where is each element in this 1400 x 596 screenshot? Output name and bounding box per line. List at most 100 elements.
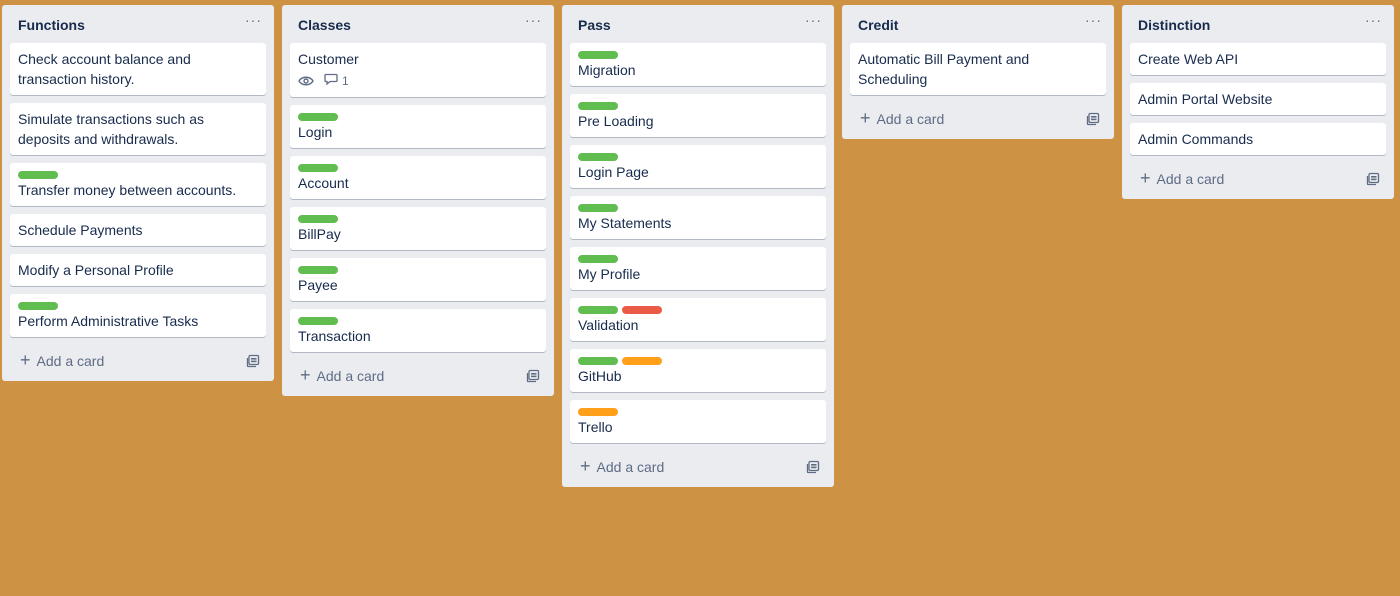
label-green[interactable] bbox=[578, 153, 618, 161]
label-green[interactable] bbox=[578, 51, 618, 59]
add-card-button[interactable]: + Add a card bbox=[300, 365, 384, 385]
card[interactable]: Admin Portal Website bbox=[1130, 83, 1386, 115]
label-green[interactable] bbox=[578, 357, 618, 365]
card-template-icon[interactable] bbox=[246, 354, 260, 368]
card[interactable]: Create Web API bbox=[1130, 43, 1386, 75]
card-labels bbox=[298, 317, 538, 325]
list-footer: + Add a card bbox=[1130, 159, 1386, 199]
card[interactable]: Modify a Personal Profile bbox=[10, 254, 266, 286]
eye-icon bbox=[298, 75, 314, 87]
card-template-icon[interactable] bbox=[1086, 112, 1100, 126]
card-title: GitHub bbox=[578, 368, 622, 384]
card-title: Admin Commands bbox=[1138, 131, 1254, 147]
card[interactable]: Perform Administrative Tasks bbox=[10, 294, 266, 337]
list-footer: + Add a card bbox=[570, 447, 826, 487]
list-menu-icon[interactable]: ··· bbox=[245, 13, 262, 27]
card-title: Transfer money between accounts. bbox=[18, 182, 237, 198]
plus-icon: + bbox=[300, 365, 311, 385]
label-green[interactable] bbox=[298, 266, 338, 274]
card[interactable]: Transaction bbox=[290, 309, 546, 352]
card[interactable]: Payee bbox=[290, 258, 546, 301]
card-title: Pre Loading bbox=[578, 113, 654, 129]
card[interactable]: My Statements bbox=[570, 196, 826, 239]
list-title[interactable]: Credit bbox=[858, 17, 898, 33]
card-title: Trello bbox=[578, 419, 613, 435]
plus-icon: + bbox=[860, 108, 871, 128]
label-orange[interactable] bbox=[622, 357, 662, 365]
card-title: Schedule Payments bbox=[18, 222, 143, 238]
label-green[interactable] bbox=[578, 204, 618, 212]
card-title: Perform Administrative Tasks bbox=[18, 313, 199, 329]
label-green[interactable] bbox=[298, 215, 338, 223]
card-title: My Profile bbox=[578, 266, 641, 282]
card[interactable]: Account bbox=[290, 156, 546, 199]
card[interactable]: Login Page bbox=[570, 145, 826, 188]
card[interactable]: Migration bbox=[570, 43, 826, 86]
card-title: Login Page bbox=[578, 164, 649, 180]
card[interactable]: Pre Loading bbox=[570, 94, 826, 137]
label-green[interactable] bbox=[578, 306, 618, 314]
add-card-button[interactable]: + Add a card bbox=[860, 108, 944, 128]
list-classes: Classes ··· Customer 1 Login Account BillPay Pa… bbox=[282, 5, 554, 396]
list-header: Functions ··· bbox=[10, 5, 266, 43]
add-card-button[interactable]: + Add a card bbox=[1140, 168, 1224, 188]
card[interactable]: Check account balance and transaction hi… bbox=[10, 43, 266, 95]
card[interactable]: Customer 1 bbox=[290, 43, 546, 97]
add-card-button[interactable]: + Add a card bbox=[20, 350, 105, 370]
plus-icon: + bbox=[1140, 168, 1151, 188]
card-template-icon[interactable] bbox=[806, 460, 820, 474]
comment-badge: 1 bbox=[324, 71, 349, 91]
card-list: Customer 1 Login Account BillPay Payee Transac… bbox=[290, 43, 546, 352]
card[interactable]: BillPay bbox=[290, 207, 546, 250]
label-orange[interactable] bbox=[578, 408, 618, 416]
plus-icon: + bbox=[20, 350, 31, 370]
label-green[interactable] bbox=[298, 113, 338, 121]
card-title: My Statements bbox=[578, 215, 672, 231]
card[interactable]: My Profile bbox=[570, 247, 826, 290]
card-title: Transaction bbox=[298, 328, 371, 344]
list-header: Distinction ··· bbox=[1130, 5, 1386, 43]
list-menu-icon[interactable]: ··· bbox=[1365, 13, 1382, 27]
add-card-label: Add a card bbox=[36, 353, 105, 369]
card[interactable]: Schedule Payments bbox=[10, 214, 266, 246]
card-labels bbox=[578, 306, 818, 314]
list-title[interactable]: Pass bbox=[578, 17, 611, 33]
card[interactable]: Admin Commands bbox=[1130, 123, 1386, 155]
card-title: Create Web API bbox=[1138, 51, 1239, 67]
card[interactable]: Transfer money between accounts. bbox=[10, 163, 266, 206]
label-green[interactable] bbox=[578, 102, 618, 110]
list-menu-icon[interactable]: ··· bbox=[525, 13, 542, 27]
card-labels bbox=[578, 357, 818, 365]
label-green[interactable] bbox=[298, 317, 338, 325]
list-title[interactable]: Distinction bbox=[1138, 17, 1210, 33]
label-green[interactable] bbox=[18, 171, 58, 179]
card[interactable]: Trello bbox=[570, 400, 826, 443]
comment-count: 1 bbox=[342, 74, 349, 88]
label-green[interactable] bbox=[298, 164, 338, 172]
card-list: Check account balance and transaction hi… bbox=[10, 43, 266, 337]
list-functions: Functions ··· Check account balance and tr… bbox=[2, 5, 274, 381]
card[interactable]: Simulate transactions such as deposits a… bbox=[10, 103, 266, 155]
card[interactable]: Login bbox=[290, 105, 546, 148]
list-menu-icon[interactable]: ··· bbox=[1085, 13, 1102, 27]
card-labels bbox=[578, 408, 818, 416]
list-footer: + Add a card bbox=[290, 356, 546, 396]
card-labels bbox=[298, 113, 538, 121]
card-template-icon[interactable] bbox=[526, 369, 540, 383]
add-card-button[interactable]: + Add a card bbox=[580, 457, 664, 475]
list-menu-icon[interactable]: ··· bbox=[805, 13, 822, 27]
card[interactable]: GitHub bbox=[570, 349, 826, 392]
label-green[interactable] bbox=[18, 302, 58, 310]
card-title: BillPay bbox=[298, 226, 341, 242]
list-title[interactable]: Functions bbox=[18, 17, 85, 33]
card-template-icon[interactable] bbox=[1366, 172, 1380, 186]
label-green[interactable] bbox=[578, 255, 618, 263]
card[interactable]: Validation bbox=[570, 298, 826, 341]
card[interactable]: Automatic Bill Payment and Scheduling bbox=[850, 43, 1106, 95]
list-title[interactable]: Classes bbox=[298, 17, 351, 33]
card-title: Check account balance and transaction hi… bbox=[18, 51, 191, 87]
card-title: Login bbox=[298, 124, 333, 140]
card-badges: 1 bbox=[298, 71, 538, 91]
list-pass: Pass ··· Migration Pre Loading Login Page My … bbox=[562, 5, 834, 487]
label-red[interactable] bbox=[622, 306, 662, 314]
